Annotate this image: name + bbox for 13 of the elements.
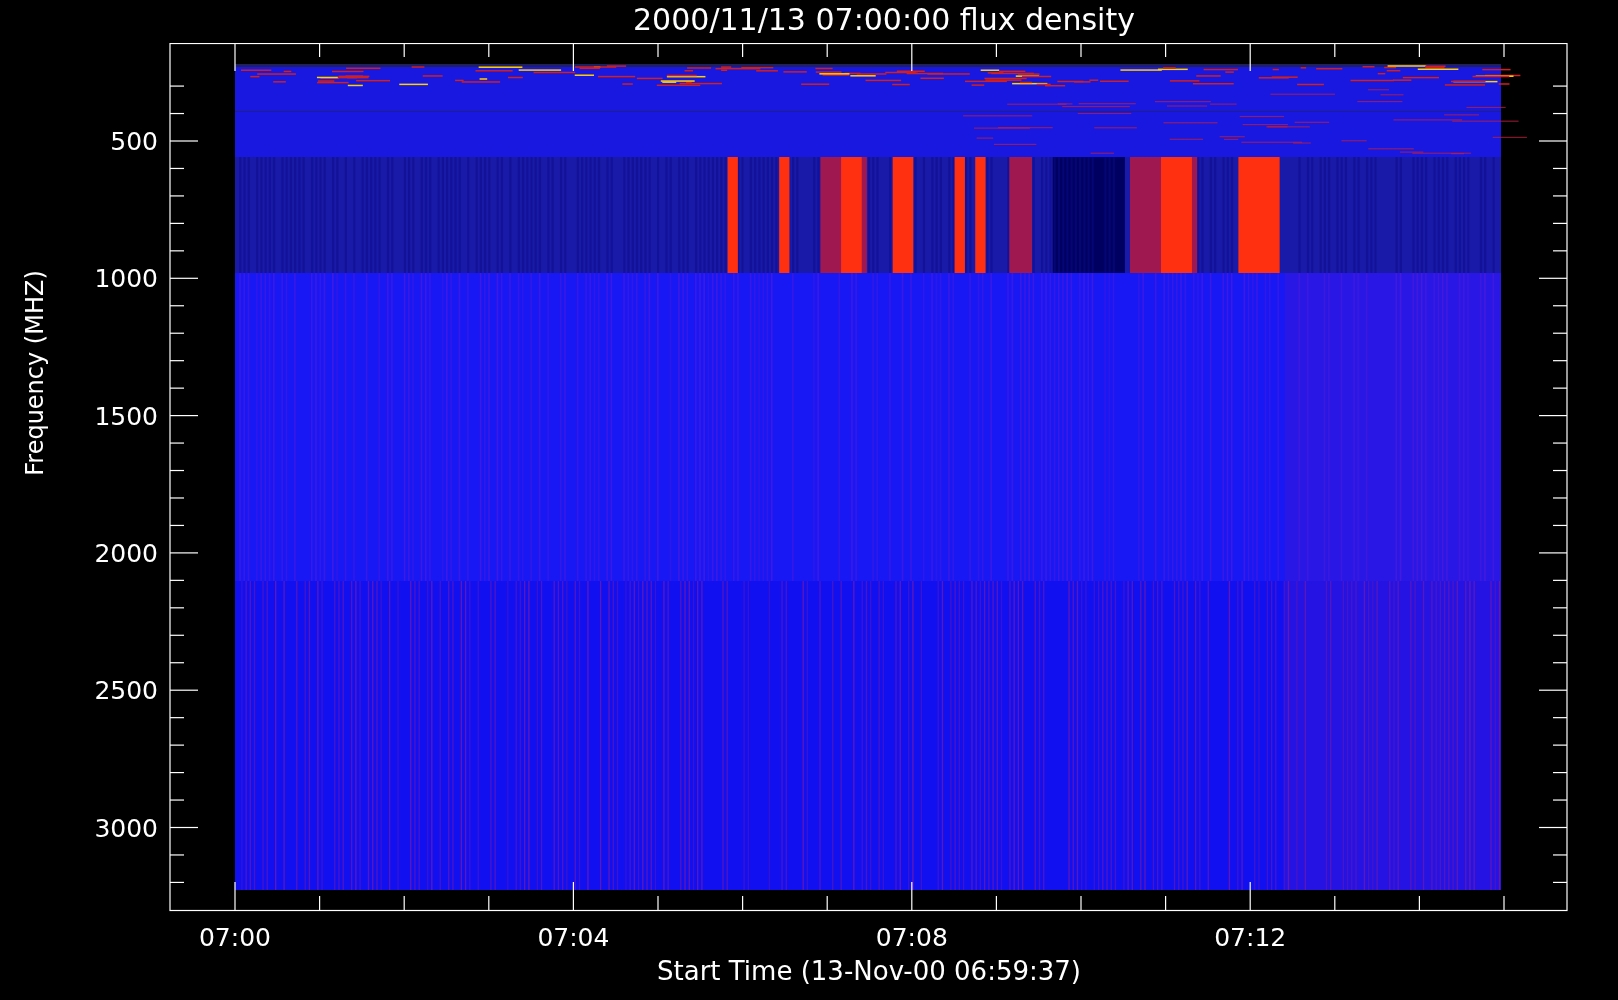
x-tick-label: 07:08 [875,923,948,952]
y-tick-label: 1500 [94,401,158,431]
x-axis-label: Start Time (13-Nov-00 06:59:37) [657,955,1081,987]
y-tick-label: 1000 [94,264,158,294]
x-tick-label: 07:12 [1214,923,1287,952]
y-tick-label: 500 [110,127,158,156]
y-axis-label: Frequency (MHZ) [21,270,49,476]
y-tick-label: 2000 [94,538,158,568]
x-tick-label: 07:00 [199,923,271,952]
y-tick-label: 3000 [94,813,158,843]
y-tick-label: 2500 [94,676,158,706]
x-tick-label: 07:04 [537,923,610,952]
plot-title: 2000/11/13 07:00:00 flux density [633,1,1135,39]
